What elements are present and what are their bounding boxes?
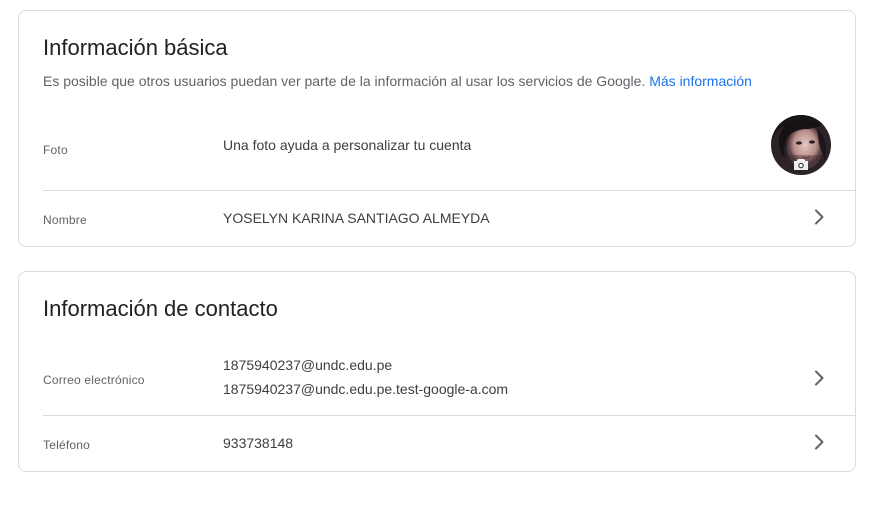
photo-row[interactable]: Foto Una foto ayuda a personalizar tu cu… <box>43 115 855 191</box>
basic-info-title: Información básica <box>43 35 228 60</box>
email-value-alias: 1875940237@undc.edu.pe.test-google-a.com <box>223 381 509 397</box>
basic-info-subtitle-text: Es posible que otros usuarios puedan ver… <box>43 73 646 89</box>
phone-label: Teléfono <box>43 438 90 452</box>
name-label: Nombre <box>43 213 87 227</box>
chevron-right-icon <box>815 209 824 225</box>
photo-label: Foto <box>43 143 68 157</box>
email-row[interactable]: Correo electrónico 1875940237@undc.edu.p… <box>43 348 855 416</box>
basic-info-subtitle: Es posible que otros usuarios puedan ver… <box>43 73 752 89</box>
contact-info-card: Información de contacto Correo electróni… <box>18 271 856 472</box>
phone-value: 933738148 <box>223 435 294 451</box>
email-value-primary: 1875940237@undc.edu.pe <box>223 357 393 373</box>
name-value: YOSELYN KARINA SANTIAGO ALMEYDA <box>223 210 490 226</box>
photo-hint: Una foto ayuda a personalizar tu cuenta <box>223 137 472 153</box>
avatar[interactable] <box>771 115 831 175</box>
more-info-link[interactable]: Más información <box>649 73 752 89</box>
chevron-right-icon <box>815 434 824 450</box>
name-row[interactable]: Nombre YOSELYN KARINA SANTIAGO ALMEYDA <box>43 191 855 247</box>
phone-row[interactable]: Teléfono 933738148 <box>43 416 855 472</box>
contact-info-title: Información de contacto <box>43 296 278 321</box>
camera-icon <box>794 159 808 170</box>
email-label: Correo electrónico <box>43 373 145 387</box>
chevron-right-icon <box>815 370 824 386</box>
basic-info-card: Información básica Es posible que otros … <box>18 10 856 247</box>
